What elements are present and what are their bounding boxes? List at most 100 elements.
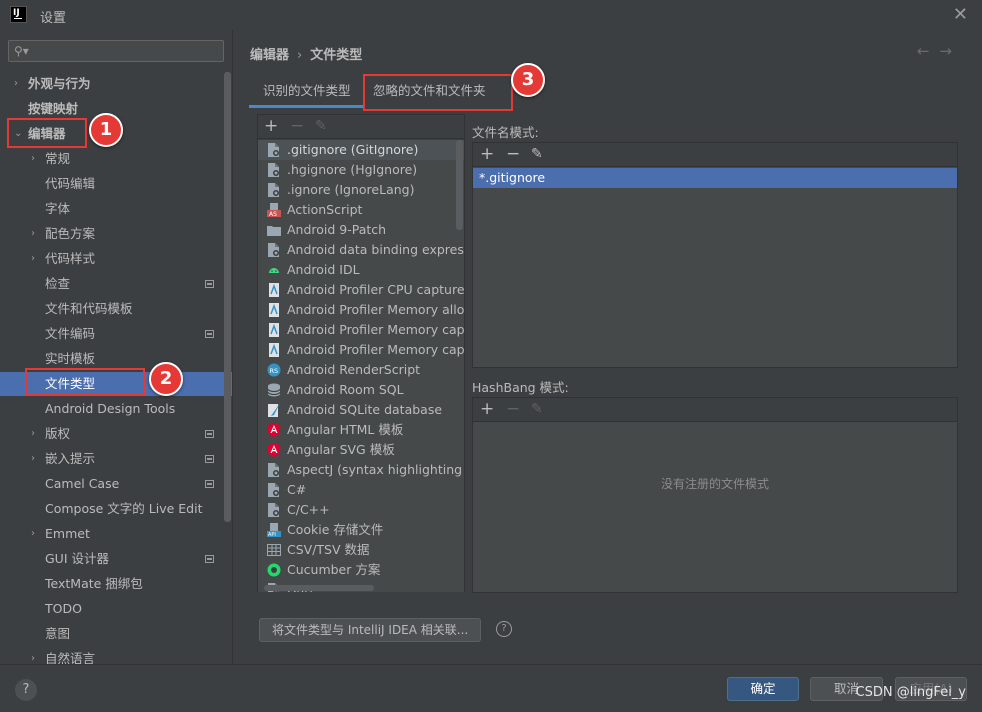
file-type-row[interactable]: Android SQLite database bbox=[258, 400, 464, 420]
sidebar-item[interactable]: 字体 bbox=[0, 197, 232, 221]
file-type-row[interactable]: C# bbox=[258, 480, 464, 500]
ignore-file-icon bbox=[267, 483, 281, 497]
sidebar-item[interactable]: 文件和代码模板 bbox=[0, 297, 232, 321]
sidebar-item[interactable]: › 版权 bbox=[0, 422, 232, 446]
file-type-row[interactable]: Android data binding expressi bbox=[258, 240, 464, 260]
file-type-row[interactable]: CSV/TSV 数据 bbox=[258, 540, 464, 560]
remove-hashbang-button[interactable]: − bbox=[506, 399, 520, 419]
chevron-right-icon[interactable]: › bbox=[31, 222, 35, 246]
file-type-list-vscrollbar[interactable] bbox=[456, 140, 463, 230]
chevron-right-icon[interactable]: › bbox=[31, 522, 35, 546]
file-type-row[interactable]: API Cookie 存储文件 bbox=[258, 520, 464, 540]
file-type-name: Android data binding expressi bbox=[287, 242, 464, 257]
ignore-file-icon bbox=[267, 243, 281, 257]
file-type-name: .ignore (IgnoreLang) bbox=[287, 182, 415, 197]
file-type-row[interactable]: .ignore (IgnoreLang) bbox=[258, 180, 464, 200]
file-type-row[interactable]: Android Profiler Memory captu bbox=[258, 340, 464, 360]
sidebar-item[interactable]: Android Design Tools bbox=[0, 397, 232, 421]
add-pattern-button[interactable]: + bbox=[480, 144, 494, 164]
sidebar-item[interactable]: › 配色方案 bbox=[0, 222, 232, 246]
sidebar-item[interactable]: TODO bbox=[0, 597, 232, 621]
settings-dialog: IJ 设置 ✕ ⚲▾ › 外观与行为 按键映射 ⌄ 编辑器 › 常规 代码编辑 字体 › 配色方案 ›… bbox=[0, 0, 982, 712]
api-file-icon: API bbox=[267, 523, 281, 538]
sidebar-item-label: 文件编码 bbox=[45, 326, 96, 341]
sidebar-item[interactable]: › 外观与行为 bbox=[0, 72, 232, 96]
sidebar-item[interactable]: TextMate 捆绑包 bbox=[0, 572, 232, 596]
profiler-file-icon bbox=[267, 303, 281, 317]
sidebar-item-label: TextMate 捆绑包 bbox=[45, 576, 143, 591]
remove-file-type-button[interactable]: − bbox=[290, 116, 304, 136]
settings-search-input[interactable]: ⚲▾ bbox=[8, 40, 224, 62]
edit-hashbang-button[interactable]: ✎ bbox=[531, 401, 543, 417]
forward-arrow-icon[interactable]: → bbox=[939, 42, 962, 60]
file-type-list: .gitignore (GitIgnore) .hgignore (HgIgnor… bbox=[258, 140, 464, 592]
ok-button[interactable]: 确定 bbox=[727, 677, 799, 701]
file-type-row[interactable]: .hgignore (HgIgnore) bbox=[258, 160, 464, 180]
add-hashbang-button[interactable]: + bbox=[480, 399, 494, 419]
remove-pattern-button[interactable]: − bbox=[506, 144, 520, 164]
edit-file-type-button[interactable]: ✎ bbox=[315, 118, 327, 134]
sidebar-item[interactable]: Camel Case bbox=[0, 472, 232, 496]
back-arrow-icon[interactable]: ← bbox=[917, 42, 940, 60]
file-types-panel: 编辑器 › 文件类型 ←→ 识别的文件类型 忽略的文件和文件夹 + − ✎ .git… bbox=[233, 30, 982, 664]
sidebar-item[interactable]: 检查 bbox=[0, 272, 232, 296]
sidebar-item-label: Camel Case bbox=[45, 476, 120, 491]
help-button[interactable]: ? bbox=[15, 679, 37, 701]
rs-file-icon: RS bbox=[267, 363, 281, 377]
file-type-row[interactable]: Angular SVG 模板 bbox=[258, 440, 464, 460]
file-type-row[interactable]: Android IDL bbox=[258, 260, 464, 280]
file-type-row[interactable]: .gitignore (GitIgnore) bbox=[258, 140, 464, 160]
file-type-row[interactable]: C/C++ bbox=[258, 500, 464, 520]
edit-pattern-button[interactable]: ✎ bbox=[531, 146, 543, 162]
file-type-row[interactable]: Android Room SQL bbox=[258, 380, 464, 400]
sidebar-item[interactable]: GUI 设计器 bbox=[0, 547, 232, 571]
help-question-icon[interactable]: ? bbox=[496, 621, 512, 637]
close-icon[interactable]: ✕ bbox=[953, 4, 968, 25]
file-type-row[interactable]: Android Profiler Memory captu bbox=[258, 320, 464, 340]
associate-file-types-button[interactable]: 将文件类型与 IntelliJ IDEA 相关联... bbox=[259, 618, 482, 642]
ignore-file-icon bbox=[267, 463, 281, 477]
chevron-right-icon[interactable]: › bbox=[14, 72, 18, 96]
sidebar-scrollbar[interactable] bbox=[224, 72, 231, 522]
sidebar-item[interactable]: › 代码样式 bbox=[0, 247, 232, 271]
breadcrumb-separator: › bbox=[297, 48, 303, 63]
file-type-name: Cucumber 方案 bbox=[287, 562, 381, 577]
annotation-box-file-types bbox=[25, 368, 145, 396]
file-type-row[interactable]: Android Profiler CPU capture f bbox=[258, 280, 464, 300]
sidebar-item[interactable]: › 常规 bbox=[0, 147, 232, 171]
file-type-name: Android Profiler CPU capture f bbox=[287, 282, 464, 297]
file-type-row[interactable]: RS Android RenderScript bbox=[258, 360, 464, 380]
file-type-row[interactable]: Cucumber 方案 bbox=[258, 560, 464, 580]
file-type-row[interactable]: Android 9-Patch bbox=[258, 220, 464, 240]
file-type-name: Android SQLite database bbox=[287, 402, 443, 417]
chevron-right-icon[interactable]: › bbox=[31, 147, 35, 171]
file-type-name: AspectJ (syntax highlighting or bbox=[287, 462, 464, 477]
sidebar-item[interactable]: › 嵌入提示 bbox=[0, 447, 232, 471]
chevron-right-icon[interactable]: › bbox=[31, 447, 35, 471]
chevron-right-icon[interactable]: › bbox=[31, 422, 35, 446]
table-file-icon bbox=[267, 543, 281, 557]
sidebar-item-label: 嵌入提示 bbox=[45, 451, 96, 466]
sidebar-item[interactable]: 文件编码 bbox=[0, 322, 232, 346]
file-type-row[interactable]: AS ActionScript bbox=[258, 200, 464, 220]
project-scope-icon bbox=[205, 330, 214, 338]
tab-recognized-file-types[interactable]: 识别的文件类型 bbox=[249, 78, 365, 108]
sidebar-item[interactable]: › Emmet bbox=[0, 522, 232, 546]
file-type-list-hscrollbar[interactable] bbox=[264, 585, 374, 591]
sidebar-item[interactable]: 代码编辑 bbox=[0, 172, 232, 196]
hashbang-label: HashBang 模式: bbox=[472, 380, 569, 395]
add-file-type-button[interactable]: + bbox=[264, 116, 278, 136]
title-bar: IJ 设置 ✕ bbox=[0, 0, 982, 30]
breadcrumb-parent[interactable]: 编辑器 bbox=[250, 48, 289, 63]
hashbang-panel: + − ✎ 没有注册的文件模式 bbox=[472, 397, 958, 593]
chevron-right-icon[interactable]: › bbox=[31, 247, 35, 271]
project-scope-icon bbox=[205, 430, 214, 438]
file-type-name: Android Profiler Memory captu bbox=[287, 322, 464, 337]
file-type-row[interactable]: Angular HTML 模板 bbox=[258, 420, 464, 440]
pattern-row[interactable]: *.gitignore bbox=[473, 168, 957, 188]
file-type-row[interactable]: Android Profiler Memory alloc bbox=[258, 300, 464, 320]
sidebar-item[interactable]: 意图 bbox=[0, 622, 232, 646]
sidebar-item[interactable]: Compose 文字的 Live Edit bbox=[0, 497, 232, 521]
file-type-row[interactable]: AspectJ (syntax highlighting or bbox=[258, 460, 464, 480]
file-type-name: .gitignore (GitIgnore) bbox=[287, 142, 419, 157]
